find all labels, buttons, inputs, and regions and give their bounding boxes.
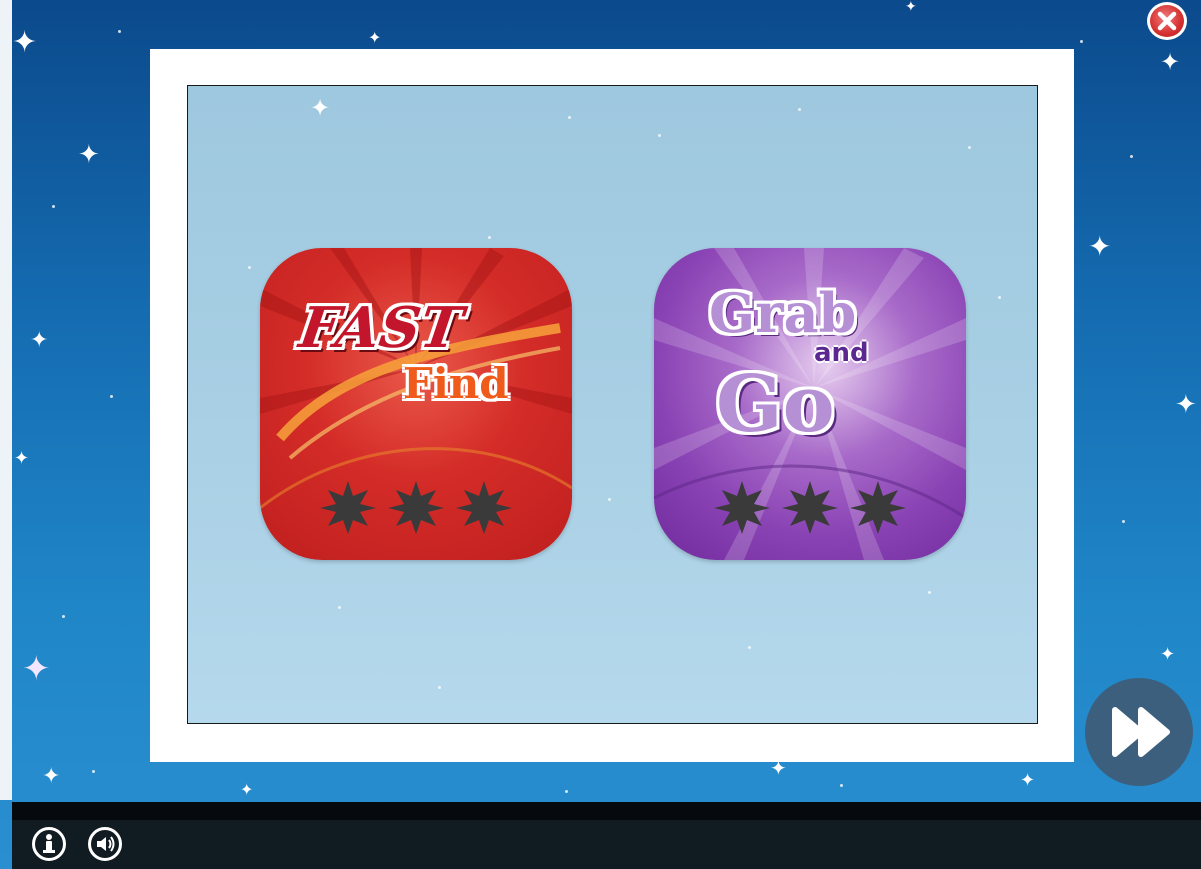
info-icon xyxy=(43,834,55,853)
go-title: Go xyxy=(716,359,835,450)
close-button[interactable] xyxy=(1147,2,1187,40)
sparkle-icon: ✦ xyxy=(30,328,49,353)
find-title: Find xyxy=(403,359,509,408)
star-dot xyxy=(1122,520,1125,523)
star-dot xyxy=(968,146,971,149)
fast-title: FAST xyxy=(295,295,467,361)
star-dot xyxy=(488,236,491,239)
sparkle-icon: ✦ xyxy=(368,28,382,47)
info-button[interactable] xyxy=(32,827,66,861)
star-dot xyxy=(928,591,931,594)
star-dot xyxy=(110,395,113,398)
bottom-toolbar xyxy=(12,802,1201,869)
star-dot xyxy=(748,646,751,649)
sparkle-icon: ✦ xyxy=(240,780,254,799)
sound-button[interactable] xyxy=(88,827,122,861)
close-x-icon xyxy=(1157,11,1177,31)
sparkle-icon: ✦ xyxy=(310,94,331,122)
star-dot xyxy=(1080,40,1083,43)
sparkle-icon: ✦ xyxy=(905,0,917,15)
sparkle-icon: ✦ xyxy=(12,25,38,60)
rating-star-icon xyxy=(782,481,838,534)
star-dot xyxy=(338,606,341,609)
star-dot xyxy=(1130,155,1133,158)
rating-star-icon xyxy=(388,481,444,534)
fast-forward-icon xyxy=(1112,707,1170,757)
sparkle-icon: ✦ xyxy=(22,649,51,689)
toolbar-divider xyxy=(12,802,1201,820)
sparkle-icon: ✦ xyxy=(14,448,30,469)
star-dot xyxy=(565,790,568,793)
star-dot xyxy=(608,498,611,501)
sparkle-icon: ✦ xyxy=(1160,644,1176,665)
grab-title: Grab xyxy=(709,281,857,345)
rating-star-icon xyxy=(320,481,376,534)
star-dot xyxy=(840,784,843,787)
grab-and-go-game-tile[interactable]: Grab and Go xyxy=(654,248,966,560)
fast-find-game-tile[interactable]: FAST Find xyxy=(260,248,572,560)
left-edge-strip xyxy=(0,0,12,800)
star-dot xyxy=(62,615,65,618)
star-dot xyxy=(998,296,1001,299)
star-dot xyxy=(798,108,801,111)
star-rating xyxy=(714,481,906,534)
star-rating xyxy=(320,481,512,534)
sparkle-icon: ✦ xyxy=(1160,48,1181,76)
star-dot xyxy=(248,266,251,269)
star-dot xyxy=(92,770,95,773)
sparkle-icon: ✦ xyxy=(1175,390,1197,420)
sparkle-icon: ✦ xyxy=(1088,230,1112,263)
rating-star-icon xyxy=(714,481,770,534)
sparkle-icon: ✦ xyxy=(42,764,61,789)
star-dot xyxy=(568,116,571,119)
star-dot xyxy=(52,205,55,208)
game-select-panel: ✦ FAST Find Grab and Go xyxy=(187,85,1038,724)
game-stage: ✦ ✦ ✦ ✦ ✦ ✦ ✦ ✦ ✦ ✦ ✦ ✦ ✦ ✦ ✦ ✦ FAST Fin… xyxy=(0,0,1201,869)
sparkle-icon: ✦ xyxy=(1020,770,1036,791)
star-dot xyxy=(118,30,121,33)
content-frame: ✦ FAST Find Grab and Go xyxy=(150,49,1074,762)
speaker-icon xyxy=(97,836,115,852)
rating-star-icon xyxy=(850,481,906,534)
next-button[interactable] xyxy=(1085,678,1193,786)
rating-star-icon xyxy=(456,481,512,534)
star-dot xyxy=(438,686,441,689)
sparkle-icon: ✦ xyxy=(78,140,100,170)
star-dot xyxy=(658,134,661,137)
